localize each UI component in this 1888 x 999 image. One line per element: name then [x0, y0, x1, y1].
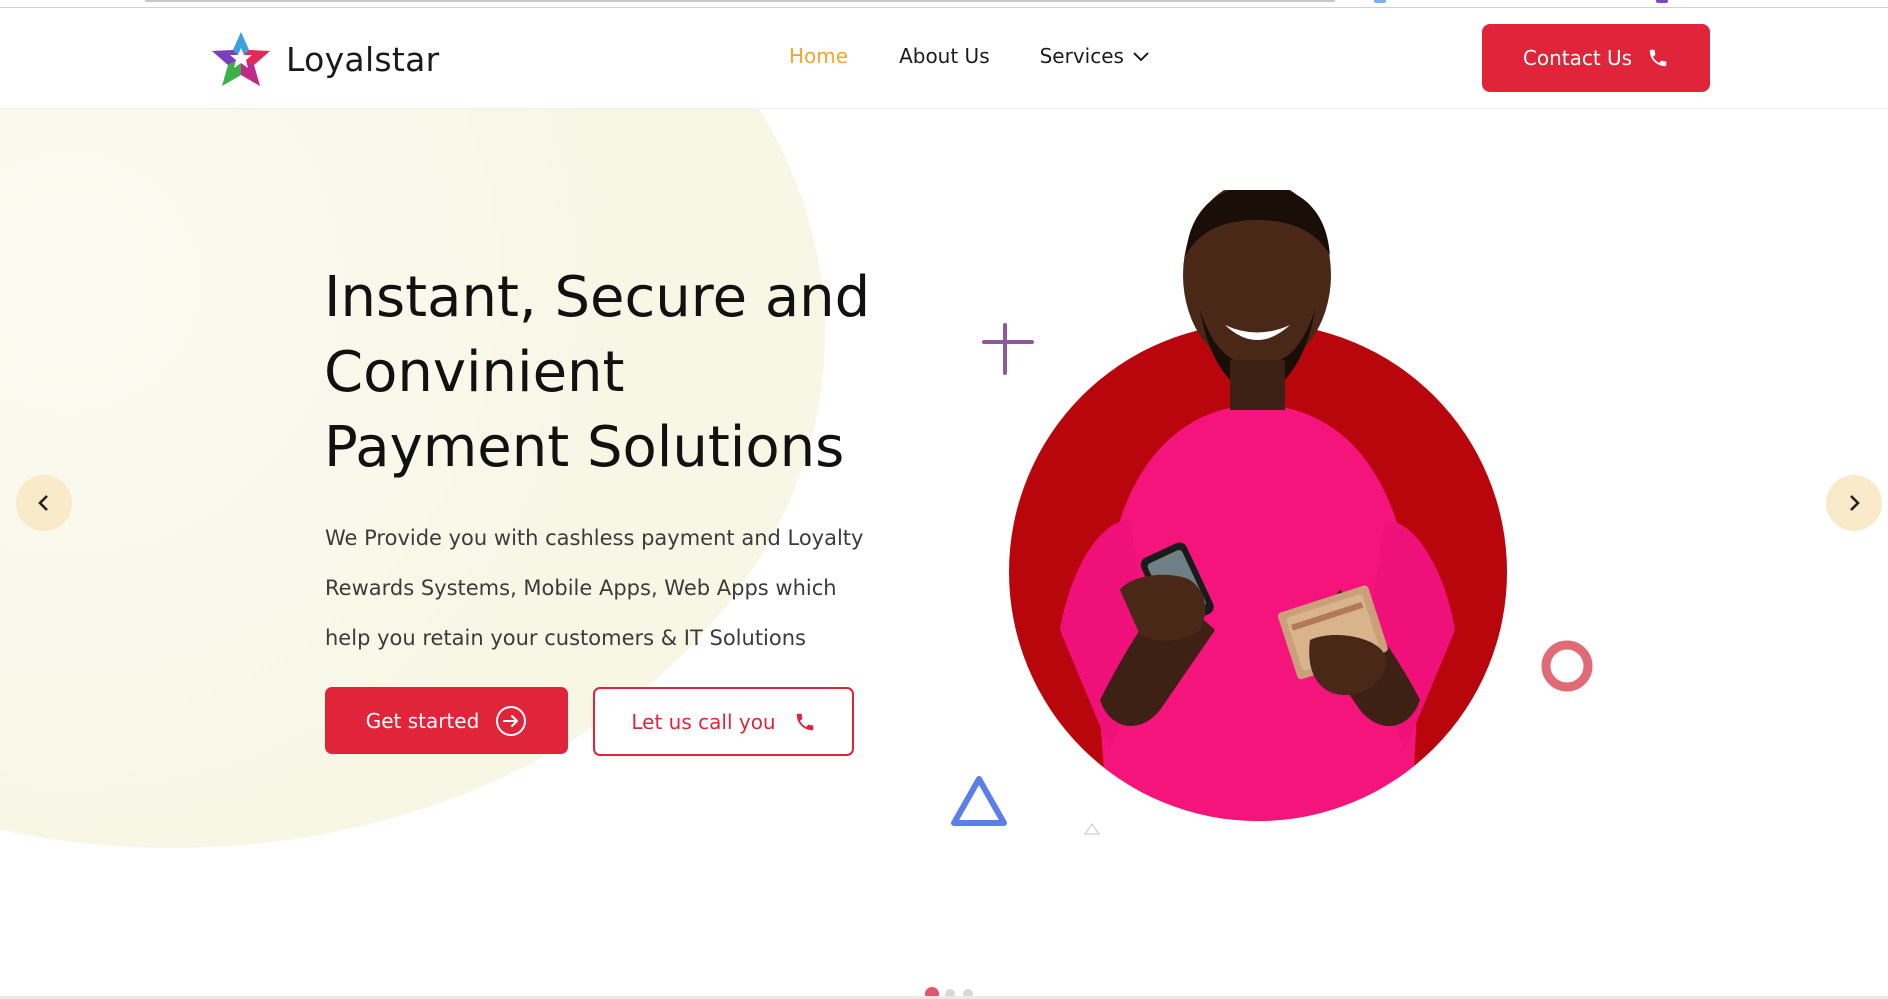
carousel-next-button[interactable]: [1826, 475, 1882, 531]
small-triangle-decoration: [1083, 822, 1101, 835]
let-us-call-you-button[interactable]: Let us call you: [593, 687, 854, 756]
contact-us-label: Contact Us: [1522, 46, 1633, 70]
carousel-prev-button[interactable]: [16, 475, 72, 531]
main-nav: Home About Us Services: [789, 44, 1150, 68]
arrow-right-circle-icon: [496, 705, 527, 736]
nav-item-home[interactable]: Home: [789, 44, 848, 68]
extension-icon: [1374, 0, 1386, 3]
address-bar-edge: [145, 0, 1335, 2]
phone-icon: [1649, 49, 1667, 67]
chevron-left-icon: [38, 495, 48, 511]
get-started-label: Get started: [365, 708, 480, 733]
hero-description: We Provide you with cashless payment and…: [325, 526, 864, 650]
hero-image: [1000, 190, 1520, 830]
triangle-decoration: [951, 776, 1007, 826]
brand-name: Loyalstar: [286, 39, 440, 79]
nav-item-services[interactable]: Services: [1040, 44, 1150, 68]
chevron-right-icon: [1850, 495, 1860, 511]
get-started-button[interactable]: Get started: [325, 687, 568, 754]
ring-decoration: [1541, 640, 1593, 692]
plus-decoration: [982, 323, 1034, 375]
phone-icon: [796, 713, 813, 730]
man-with-phone-image: [1009, 190, 1507, 821]
hero-title-line: Instant, Secure and: [324, 265, 871, 330]
chevron-down-icon: [1133, 52, 1149, 62]
page: Loyalstar Home About Us Services Contact…: [0, 0, 1888, 999]
nav-item-about-us[interactable]: About Us: [899, 44, 990, 68]
star-logo-icon: [212, 32, 270, 86]
hero-title: Instant, Secure and Convinient Payment S…: [324, 260, 870, 485]
contact-us-button[interactable]: Contact Us: [1482, 24, 1710, 92]
nav-item-services-label: Services: [1039, 44, 1124, 68]
site-header: Loyalstar Home About Us Services Contact…: [0, 8, 1888, 109]
hero-title-line: Payment Solutions: [324, 415, 845, 480]
extension-icon: [1656, 0, 1668, 3]
browser-top-strip: [0, 0, 1888, 8]
hero-title-line: Convinient: [324, 340, 625, 405]
let-us-call-you-label: Let us call you: [631, 709, 776, 734]
brand-logo[interactable]: Loyalstar: [210, 30, 440, 88]
